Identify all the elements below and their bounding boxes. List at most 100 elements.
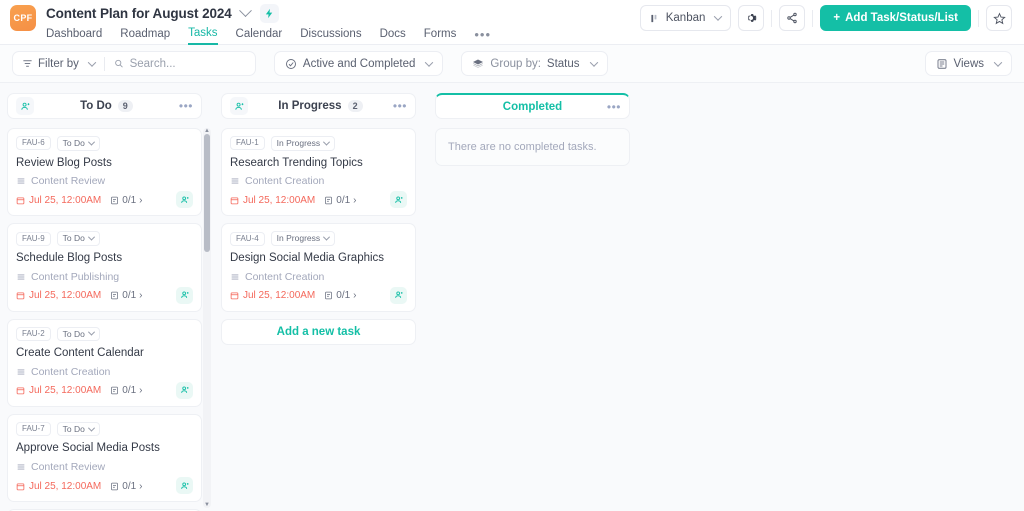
task-card[interactable]: FAU-6 To Do Review Blog Posts Content Re… bbox=[7, 128, 202, 217]
task-title: Approve Social Media Posts bbox=[16, 442, 160, 455]
task-subtask-counter[interactable]: 0/1 › bbox=[324, 290, 357, 302]
chevron-right-icon: › bbox=[139, 385, 143, 397]
task-due-date[interactable]: Jul 25, 12:00AM bbox=[16, 385, 101, 396]
search-wrap bbox=[105, 52, 255, 75]
group-by-value: Status bbox=[546, 57, 580, 70]
task-assignee-button[interactable] bbox=[390, 286, 407, 304]
task-assignee-button[interactable] bbox=[176, 191, 193, 209]
view-switcher-button[interactable]: Kanban bbox=[639, 5, 732, 31]
task-due-date[interactable]: Jul 25, 12:00AM bbox=[16, 290, 101, 301]
settings-button[interactable] bbox=[738, 5, 765, 31]
tab-discussions[interactable]: Discussions bbox=[300, 28, 361, 44]
task-status-dropdown[interactable]: To Do bbox=[56, 231, 100, 246]
calendar-icon bbox=[16, 387, 25, 395]
task-status-dropdown[interactable]: In Progress bbox=[270, 231, 336, 246]
task-status-dropdown[interactable]: To Do bbox=[56, 421, 100, 437]
task-subtask-counter[interactable]: 0/1 › bbox=[110, 385, 143, 397]
add-person-icon bbox=[180, 386, 189, 394]
search-input[interactable] bbox=[129, 57, 246, 70]
views-button[interactable]: Views bbox=[924, 51, 1012, 76]
scrollbar-thumb[interactable] bbox=[204, 134, 210, 252]
title-block: Content Plan for August 2024 Dashboard R… bbox=[46, 0, 491, 45]
views-label: Views bbox=[953, 57, 984, 70]
header-right: Kanban + Add Task/Status/List bbox=[639, 5, 1012, 31]
add-person-icon bbox=[234, 102, 243, 110]
tab-forms[interactable]: Forms bbox=[424, 28, 457, 44]
tab-dashboard[interactable]: Dashboard bbox=[46, 28, 102, 44]
list-icon bbox=[231, 274, 239, 280]
add-person-icon bbox=[180, 291, 189, 299]
filter-by-button[interactable]: Filter by bbox=[13, 52, 104, 75]
task-assignee-button[interactable] bbox=[176, 286, 193, 304]
status-filter-button[interactable]: Active and Completed bbox=[273, 51, 444, 76]
add-person-icon bbox=[180, 196, 189, 203]
kanban-board: To Do 9 ••• FAU-6 To Do Review Blog Post… bbox=[0, 83, 1024, 511]
tab-tasks[interactable]: Tasks bbox=[188, 27, 218, 45]
scroll-down-arrow-icon[interactable]: ▼ bbox=[203, 502, 211, 508]
column-add-person-button[interactable] bbox=[230, 97, 248, 115]
task-assignee-button[interactable] bbox=[390, 191, 407, 209]
project-menu-button[interactable] bbox=[238, 3, 252, 18]
task-title: Schedule Blog Posts bbox=[16, 251, 123, 264]
tab-calendar[interactable]: Calendar bbox=[236, 28, 283, 44]
add-task-status-list-button[interactable]: + Add Task/Status/List bbox=[820, 5, 971, 31]
favorite-button[interactable] bbox=[986, 5, 1012, 31]
card-footer: Jul 25, 12:00AM 0/1 › bbox=[16, 286, 193, 304]
group-by-button[interactable]: Group by: Status bbox=[461, 51, 608, 76]
task-status-dropdown[interactable]: To Do bbox=[56, 136, 100, 151]
more-tabs-button[interactable]: ••• bbox=[474, 27, 491, 46]
chevron-right-icon: › bbox=[353, 290, 357, 302]
task-assignee-button[interactable] bbox=[176, 381, 193, 399]
task-assignee-button[interactable] bbox=[176, 477, 193, 495]
column-menu-inprogress[interactable]: ••• bbox=[393, 99, 407, 113]
task-due-date[interactable]: Jul 25, 12:00AM bbox=[230, 290, 315, 301]
column-add-person-button[interactable] bbox=[16, 97, 34, 115]
calendar-icon bbox=[16, 292, 25, 300]
gear-icon bbox=[748, 14, 757, 22]
task-due-date[interactable]: Jul 25, 12:00AM bbox=[16, 195, 101, 206]
chevron-down-icon bbox=[87, 138, 95, 146]
column-menu-todo[interactable]: ••• bbox=[179, 99, 193, 113]
card-top: FAU-6 To Do bbox=[16, 136, 193, 151]
task-id-badge: FAU-6 bbox=[16, 136, 51, 151]
plus-icon: + bbox=[833, 12, 841, 24]
column-title-inprogress: In Progress bbox=[278, 100, 342, 112]
task-list-name: Content Creation bbox=[31, 365, 111, 378]
layers-icon bbox=[473, 59, 484, 68]
task-due-date[interactable]: Jul 25, 12:00AM bbox=[230, 195, 315, 206]
board-column-todo: To Do 9 ••• FAU-6 To Do Review Blog Post… bbox=[7, 93, 211, 511]
add-new-task-button-inprogress[interactable]: Add a new task bbox=[221, 318, 416, 345]
check-circle-icon bbox=[285, 58, 296, 69]
board-toolbar: Filter by Active and Completed Group by:… bbox=[0, 45, 1024, 83]
card-top: FAU-9 To Do bbox=[16, 231, 193, 246]
task-status-dropdown[interactable]: To Do bbox=[56, 326, 100, 342]
chevron-right-icon: › bbox=[353, 194, 357, 206]
automation-button[interactable] bbox=[259, 3, 279, 23]
task-subtask-counter[interactable]: 0/1 › bbox=[324, 194, 357, 206]
app-header: CPF Content Plan for August 2024 Dashboa… bbox=[0, 0, 1024, 45]
task-card[interactable]: FAU-1 In Progress Research Trending Topi… bbox=[221, 128, 416, 217]
add-person-icon bbox=[20, 102, 29, 110]
task-subtask-counter[interactable]: 0/1 › bbox=[110, 290, 143, 301]
task-subtask-counter[interactable]: 0/1 › bbox=[110, 194, 143, 206]
column-scrollbar-todo[interactable]: ▲ ▼ bbox=[203, 128, 211, 508]
task-due-date[interactable]: Jul 25, 12:00AM bbox=[16, 481, 101, 492]
task-card[interactable]: FAU-2 To Do Create Content Calendar Cont… bbox=[7, 318, 202, 407]
list-icon bbox=[17, 178, 25, 184]
task-subtask-label: 0/1 bbox=[122, 480, 137, 492]
column-menu-completed[interactable]: ••• bbox=[607, 100, 621, 114]
task-card[interactable]: FAU-7 To Do Approve Social Media Posts C… bbox=[7, 413, 202, 503]
tab-roadmap[interactable]: Roadmap bbox=[120, 28, 170, 44]
task-status-dropdown[interactable]: In Progress bbox=[270, 136, 336, 151]
task-card[interactable]: FAU-9 To Do Schedule Blog Posts Content … bbox=[7, 223, 202, 312]
task-subtask-counter[interactable]: 0/1 › bbox=[110, 480, 143, 492]
column-body-completed: There are no completed tasks. bbox=[435, 128, 630, 166]
tab-docs[interactable]: Docs bbox=[380, 28, 406, 44]
project-logo[interactable]: CPF bbox=[10, 5, 36, 31]
task-list-row: Content Review bbox=[16, 175, 193, 187]
task-card[interactable]: FAU-4 In Progress Design Social Media Gr… bbox=[221, 223, 416, 312]
chevron-right-icon: › bbox=[139, 194, 143, 206]
filter-by-label: Filter by bbox=[38, 57, 79, 70]
task-status-label: In Progress bbox=[276, 138, 321, 148]
share-button[interactable] bbox=[779, 5, 806, 31]
